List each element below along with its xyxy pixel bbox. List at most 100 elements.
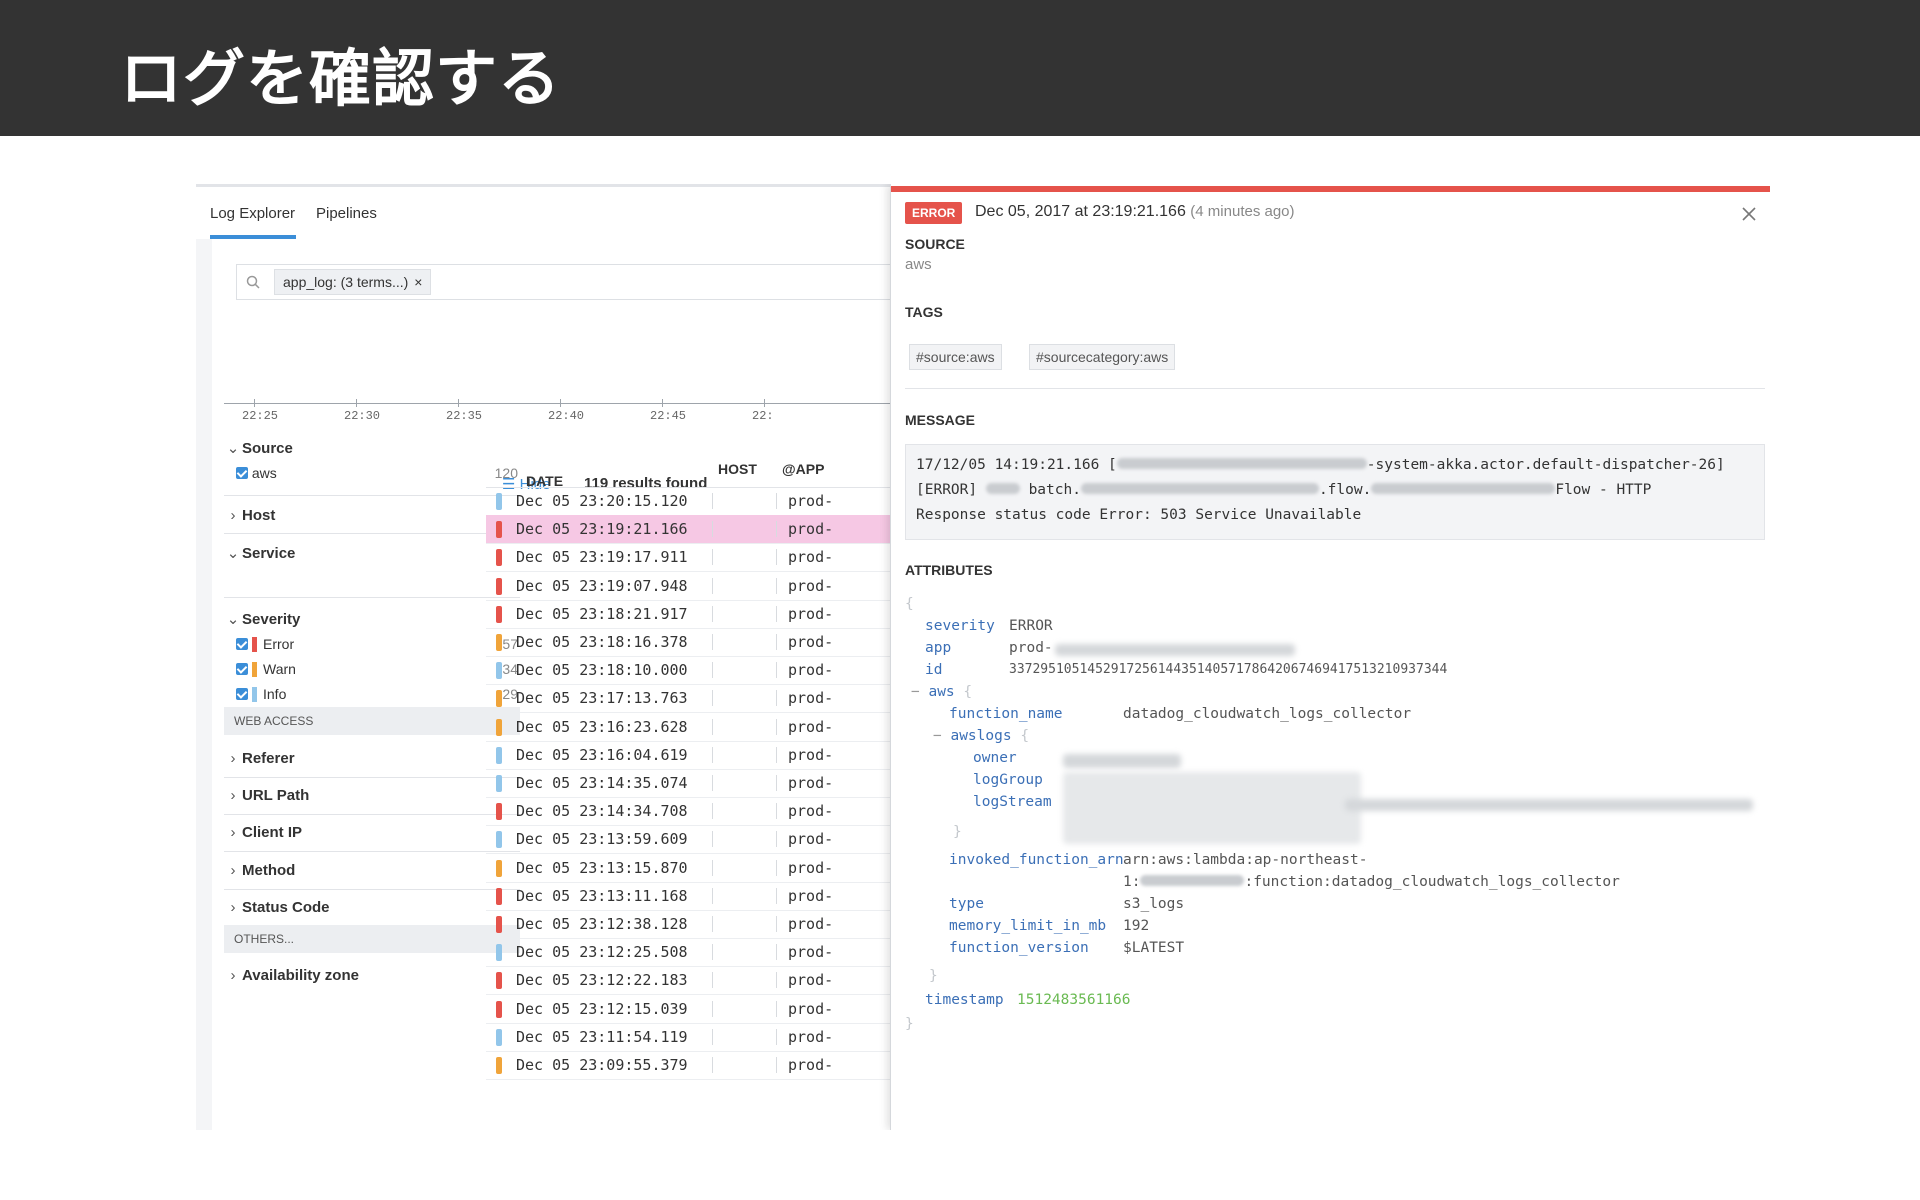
severity-indicator (496, 493, 502, 510)
status-color-bar (891, 186, 1770, 192)
column-separator (712, 549, 713, 566)
checkbox[interactable] (236, 638, 248, 650)
severity-indicator (496, 521, 502, 539)
column-separator (712, 944, 713, 961)
facet-value-warn[interactable]: Warn 34 (236, 661, 520, 681)
log-row[interactable]: Dec 05 23:14:35.074 prod- (486, 769, 890, 798)
log-row[interactable]: Dec 05 23:16:23.628 prod- (486, 713, 890, 742)
facet-value-aws[interactable]: aws 120 (236, 465, 520, 485)
log-row[interactable]: Dec 05 23:13:59.609 prod- (486, 825, 890, 855)
log-app-cell: prod- (788, 661, 834, 680)
facet-value-error[interactable]: Error 57 (236, 636, 520, 656)
facet-host[interactable]: › Host (224, 507, 520, 524)
column-separator (712, 577, 713, 594)
facet-source[interactable]: ⌄ Source (224, 439, 520, 457)
attr-key-awslogs[interactable]: − awslogs { (933, 728, 1029, 744)
facet-label: Severity (242, 611, 301, 628)
timeline-tick: 22:25 (242, 409, 279, 423)
divider (905, 388, 1765, 389)
facet-label: Availability zone (242, 967, 359, 984)
column-separator (776, 718, 777, 735)
log-row[interactable]: Dec 05 23:19:21.166 prod- (486, 515, 890, 545)
column-separator (776, 493, 777, 509)
chip-close-icon[interactable]: × (414, 274, 422, 290)
log-row[interactable]: Dec 05 23:18:16.378 prod- (486, 628, 890, 657)
timeline-tick: 22:40 (548, 409, 585, 423)
tag-chip[interactable]: #source:aws (909, 344, 1002, 370)
tab-pipelines[interactable]: Pipelines (316, 205, 377, 222)
log-row[interactable]: Dec 05 23:12:15.039 prod- (486, 995, 890, 1024)
log-row[interactable]: Dec 05 23:19:17.911 prod- (486, 543, 890, 573)
facet-severity[interactable]: ⌄ Severity (224, 610, 520, 628)
close-icon[interactable] (1739, 204, 1759, 224)
message-text: Flow - HTTP (1555, 482, 1652, 498)
status-badge: ERROR (905, 202, 963, 224)
facet-value-label: Warn (263, 661, 296, 677)
log-row[interactable]: Dec 05 23:13:15.870 prod- (486, 854, 890, 883)
redacted-text (1116, 458, 1367, 469)
chevron-down-icon: ⌄ (226, 611, 240, 628)
log-row[interactable]: Dec 05 23:18:21.917 prod- (486, 600, 890, 629)
severity-indicator (496, 831, 502, 849)
tab-log-explorer[interactable]: Log Explorer (210, 205, 295, 222)
column-separator (776, 690, 777, 707)
log-row[interactable]: Dec 05 23:16:04.619 prod- (486, 741, 890, 770)
collapse-icon: − (911, 684, 920, 700)
tick-mark (254, 399, 255, 407)
attr-key-aws[interactable]: − aws { (911, 684, 972, 700)
checkbox[interactable] (236, 467, 248, 479)
search-term-chip[interactable]: app_log: (3 terms...) × (274, 269, 432, 295)
attr-value: prod- (1009, 640, 1053, 656)
log-date-cell: Dec 05 23:14:34.708 (516, 802, 688, 821)
severity-color-swatch (252, 662, 257, 677)
severity-indicator (496, 605, 502, 623)
facet-service[interactable]: ⌄ Service (224, 544, 520, 562)
facet-referer[interactable]: › Referer (224, 750, 520, 767)
log-row[interactable]: Dec 05 23:09:55.379 prod- (486, 1051, 890, 1080)
divider (224, 495, 520, 496)
facet-value-label: Error (263, 636, 295, 652)
redacted-text (1055, 644, 1295, 656)
message-label: MESSAGE (905, 412, 976, 428)
log-row[interactable]: Dec 05 23:12:22.183 prod- (486, 966, 890, 996)
tag-chip[interactable]: #sourcecategory:aws (1029, 344, 1176, 370)
facet-client-ip[interactable]: › Client IP (224, 824, 520, 841)
log-row[interactable]: Dec 05 23:12:25.508 prod- (486, 938, 890, 968)
facet-url-path[interactable]: › URL Path (224, 787, 520, 804)
facet-availability-zone[interactable]: › Availability zone (224, 967, 520, 984)
log-row[interactable]: Dec 05 23:11:54.119 prod- (486, 1023, 890, 1052)
log-row[interactable]: Dec 05 23:20:15.120 prod- (486, 487, 890, 516)
column-header-app[interactable]: @APP (782, 461, 824, 477)
tick-mark (560, 399, 561, 407)
column-separator (776, 775, 777, 791)
log-row[interactable]: Dec 05 23:18:10.000 prod- (486, 656, 890, 686)
log-row[interactable]: Dec 05 23:14:34.708 prod- (486, 797, 890, 827)
search-bar[interactable]: app_log: (3 terms...) × (236, 264, 892, 300)
tick-mark (764, 399, 765, 407)
attributes-tree: { severity ERROR app prod- id 3372951051… (905, 596, 1765, 1116)
severity-indicator (496, 1028, 502, 1046)
log-app-cell: prod- (788, 971, 834, 990)
checkbox[interactable] (236, 663, 248, 675)
section-header-web-access: WEB ACCESS (224, 707, 520, 735)
log-date-cell: Dec 05 23:12:15.039 (516, 999, 688, 1018)
facet-value-info[interactable]: Info 29 (236, 686, 520, 706)
facet-method[interactable]: › Method (224, 862, 520, 879)
log-row[interactable]: Dec 05 23:13:11.168 prod- (486, 882, 890, 911)
column-separator (712, 634, 713, 650)
log-date-cell: Dec 05 23:20:15.120 (516, 492, 688, 510)
log-row[interactable]: Dec 05 23:19:07.948 prod- (486, 572, 890, 601)
column-header-host[interactable]: HOST (718, 461, 757, 477)
log-row[interactable]: Dec 05 23:17:13.763 prod- (486, 684, 890, 714)
facet-status-code[interactable]: › Status Code (224, 899, 520, 916)
attr-key: function_name (949, 706, 1063, 722)
log-row[interactable]: Dec 05 23:12:38.128 prod- (486, 910, 890, 939)
attr-value-text: :function:datadog_cloudwatch_logs_collec… (1244, 874, 1620, 890)
severity-indicator (496, 859, 502, 877)
checkbox[interactable] (236, 688, 248, 700)
tick-mark (662, 399, 663, 407)
log-date-cell: Dec 05 23:09:55.379 (516, 1056, 688, 1074)
chevron-down-icon: ⌄ (226, 440, 240, 457)
divider (224, 597, 520, 598)
column-separator (776, 549, 777, 566)
